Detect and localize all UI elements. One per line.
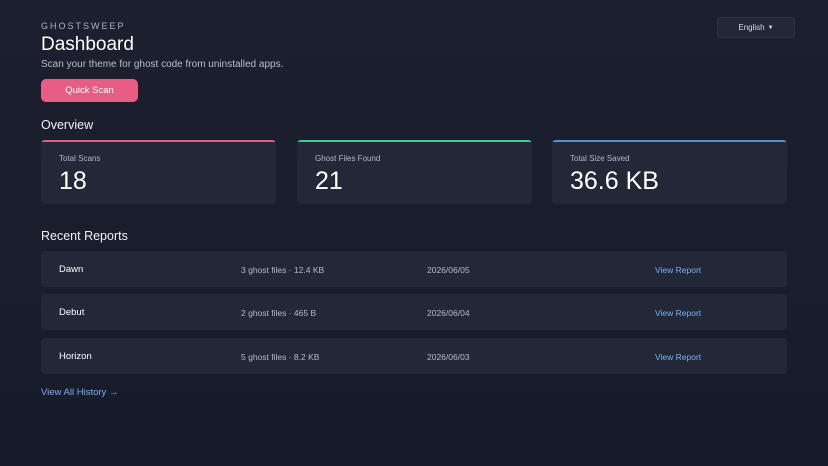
- page-subtitle: Scan your theme for ghost code from unin…: [41, 59, 284, 70]
- report-file-summary: 5 ghost files · 8.2 KB: [241, 352, 320, 362]
- quick-scan-button[interactable]: Quick Scan: [41, 79, 138, 102]
- view-all-history-link[interactable]: View All History →: [41, 387, 118, 398]
- recent-reports-heading: Recent Reports: [41, 229, 128, 243]
- report-row: Debut 2 ghost files · 465 B 2026/06/04 V…: [41, 294, 787, 330]
- card-accent-bar: [552, 140, 787, 142]
- card-accent-bar: [41, 140, 276, 142]
- report-date: 2026/06/03: [427, 352, 470, 362]
- language-selector[interactable]: English ▼: [717, 17, 795, 38]
- card-label: Total Scans: [59, 154, 101, 163]
- report-date: 2026/06/04: [427, 308, 470, 318]
- card-value: 36.6 KB: [570, 167, 659, 195]
- view-report-link[interactable]: View Report: [655, 265, 701, 275]
- report-row: Dawn 3 ghost files · 12.4 KB 2026/06/05 …: [41, 251, 787, 287]
- report-file-summary: 3 ghost files · 12.4 KB: [241, 265, 325, 275]
- brand-label: GHOSTSWEEP: [41, 21, 126, 31]
- overview-heading: Overview: [41, 118, 94, 132]
- report-file-summary: 2 ghost files · 465 B: [241, 308, 317, 318]
- card-label: Ghost Files Found: [315, 154, 381, 163]
- report-theme-name: Horizon: [59, 351, 92, 362]
- view-report-link[interactable]: View Report: [655, 352, 701, 362]
- stat-card-total-scans: Total Scans 18: [41, 140, 276, 204]
- stat-card-ghost-files: Ghost Files Found 21: [297, 140, 532, 204]
- report-date: 2026/06/05: [427, 265, 470, 275]
- card-label: Total Size Saved: [570, 154, 630, 163]
- card-accent-bar: [297, 140, 532, 142]
- stat-card-size-saved: Total Size Saved 36.6 KB: [552, 140, 787, 204]
- report-theme-name: Debut: [59, 307, 85, 318]
- view-report-link[interactable]: View Report: [655, 308, 701, 318]
- page-title: Dashboard: [41, 34, 134, 55]
- card-value: 18: [59, 167, 87, 195]
- report-row: Horizon 5 ghost files · 8.2 KB 2026/06/0…: [41, 338, 787, 374]
- language-label: English: [738, 23, 765, 32]
- report-theme-name: Dawn: [59, 264, 84, 275]
- card-value: 21: [315, 167, 343, 195]
- chevron-down-icon: ▼: [767, 24, 774, 31]
